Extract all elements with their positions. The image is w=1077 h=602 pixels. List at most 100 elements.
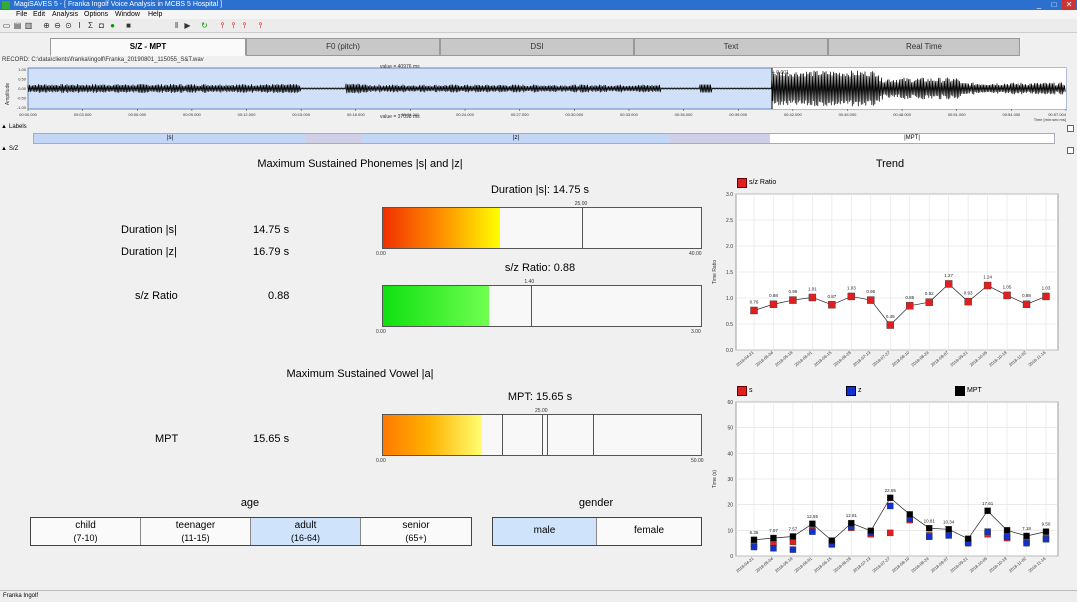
age-senior-label: senior	[402, 520, 430, 531]
age-adult-label: adult	[294, 520, 317, 531]
zoom-out-icon[interactable]: ⊖	[53, 21, 62, 30]
legend-s-label: s	[749, 387, 753, 394]
gender-option-female[interactable]: female	[597, 518, 701, 545]
play-icon[interactable]: ▶	[183, 21, 192, 30]
data-label: 1.24	[983, 275, 992, 280]
maximize-button[interactable]: □	[1047, 0, 1061, 10]
marker-extra-icon[interactable]: ⫯	[256, 21, 265, 30]
mpt-bar-min: 0.00	[376, 458, 386, 464]
zoom-in-icon[interactable]: ⊕	[42, 21, 51, 30]
x-tick-label: 2018-04-21	[735, 556, 755, 574]
marker-mid-icon[interactable]: ⫯	[229, 21, 238, 30]
pause-icon[interactable]: ‖	[172, 21, 181, 30]
label-segment-s[interactable]: |s|	[34, 134, 306, 143]
menu-edit[interactable]: Edit	[33, 10, 45, 19]
marker-right-icon[interactable]: ⫯	[240, 21, 249, 30]
bar1-title: Duration |s|: 14.75 s	[490, 184, 590, 196]
mpt-bar-max: 50.00	[691, 458, 704, 464]
waveform-x-axis-label: Time [min:sec:ms]	[1034, 117, 1066, 122]
record-icon[interactable]: ●	[108, 21, 117, 30]
x-tick-label: 2018-11-02	[1008, 556, 1028, 574]
x-tick-label: 2018-07-13	[852, 350, 872, 368]
bar2-title: s/z Ratio: 0.88	[504, 262, 576, 274]
sz-panel-header: ▲ S/Z	[0, 146, 1077, 154]
mpt-label: MPT	[155, 433, 179, 445]
duration-s-fill	[383, 208, 501, 248]
gender-option-male[interactable]: male	[493, 518, 597, 545]
x-tick-label: 2018-06-01	[793, 556, 813, 574]
waveform-panel[interactable]: Amplitudevalue = 40976 msvalue = 37098 m…	[0, 62, 1077, 124]
stop-icon[interactable]: ■	[124, 21, 133, 30]
age-senior-range: (65+)	[405, 533, 427, 543]
zoom-fit-icon[interactable]: ⊙	[64, 21, 73, 30]
mpt-bar	[382, 414, 702, 456]
data-point-MPT	[848, 519, 855, 527]
amplitude-axis-label: Amplitude	[5, 83, 11, 105]
menu-analysis[interactable]: Analysis	[52, 10, 78, 19]
gender-heading: gender	[578, 497, 614, 509]
mpt-threshold-label: 25.00	[535, 408, 548, 414]
age-option-adult[interactable]: adult (16-64)	[251, 518, 361, 545]
x-tick-label: 2018-06-15	[813, 350, 833, 368]
duration-trend-chart: 0 10 20 30 40 50 60 Time (s) 6.36 7.07 7.57 12.55 12…	[712, 400, 1059, 574]
menu-window[interactable]: Window	[115, 10, 140, 19]
labels-expand-icon[interactable]: ▲	[1, 124, 7, 130]
data-point-s/z Ratio	[886, 321, 894, 329]
x-tick-label: 2018-09-07	[930, 350, 950, 368]
data-point-z	[1023, 539, 1030, 547]
x-tick-label: 2018-09-21	[949, 556, 969, 574]
loop-icon[interactable]: ↻	[200, 21, 209, 30]
waveform-y-tick: 0.50	[18, 77, 27, 82]
label-segment-mpt[interactable]: |MPT|	[770, 134, 1054, 143]
marker-left-icon[interactable]: ⫯	[218, 21, 227, 30]
sz-expand-icon[interactable]: ▲	[1, 146, 7, 152]
y-axis-label: Time (s)	[712, 470, 718, 488]
legend-mpt-label: MPT	[967, 387, 982, 394]
labels-panel-button[interactable]	[1067, 125, 1074, 132]
x-tick-label: 2018-06-29	[832, 556, 852, 574]
open-icon[interactable]: ▤	[13, 21, 22, 30]
x-tick-label: 2018-06-01	[793, 350, 813, 368]
waveform-x-tick: 00:09.000	[183, 112, 202, 117]
data-label: 7.07	[769, 528, 778, 533]
x-tick-label: 2018-10-05	[969, 556, 989, 574]
print-icon[interactable]: ▥	[24, 21, 33, 30]
data-point-s/z Ratio	[769, 300, 778, 308]
x-tick-label: 2018-05-18	[774, 350, 794, 368]
age-option-senior[interactable]: senior (65+)	[361, 518, 471, 545]
labels-track[interactable]: |s| |z| |MPT|	[33, 133, 1055, 144]
y-tick-label: 1.0	[726, 296, 733, 302]
tab-f0-pitch[interactable]: F0 (pitch)	[246, 38, 440, 56]
new-icon[interactable]: ▭	[2, 21, 11, 30]
data-point-z	[750, 543, 758, 551]
data-point-MPT	[1023, 532, 1030, 540]
waveform-x-tick: 00:27.000	[511, 112, 530, 117]
age-teenager-range: (11-15)	[181, 533, 210, 543]
mark-icon[interactable]: ◘	[97, 21, 106, 30]
x-tick-label: 2018-09-21	[949, 350, 969, 368]
select-icon[interactable]: Σ	[86, 21, 95, 30]
waveform-y-tick: 0.00	[18, 86, 27, 91]
data-point-MPT	[906, 511, 913, 518]
tab-dsi[interactable]: DSI	[440, 38, 634, 56]
age-option-teenager[interactable]: teenager (11-15)	[141, 518, 251, 545]
waveform-x-tick: 00:33.000	[620, 112, 639, 117]
age-option-child[interactable]: child (7-10)	[31, 518, 141, 545]
sz-panel-title: S/Z	[9, 146, 19, 152]
data-point-s/z Ratio	[944, 280, 953, 288]
label-segment-z[interactable]: |z|	[362, 134, 670, 143]
cursor-icon[interactable]: I	[75, 21, 84, 30]
menu-help[interactable]: Help	[148, 10, 162, 19]
sz-panel-button[interactable]	[1067, 147, 1074, 154]
data-point-s/z Ratio	[789, 296, 797, 304]
tab-real-time[interactable]: Real Time	[828, 38, 1020, 56]
data-point-z	[887, 502, 894, 510]
sz-ratio-threshold-label: 1.40	[524, 279, 535, 285]
data-label: 0.88	[1022, 293, 1031, 298]
tab-sz-mpt[interactable]: S/Z - MPT	[50, 38, 246, 56]
menu-file[interactable]: File	[16, 10, 27, 19]
tab-text[interactable]: Text	[634, 38, 828, 56]
close-button[interactable]: ✕	[1062, 0, 1076, 10]
minimize-button[interactable]: _	[1032, 0, 1046, 10]
menu-options[interactable]: Options	[84, 10, 108, 19]
